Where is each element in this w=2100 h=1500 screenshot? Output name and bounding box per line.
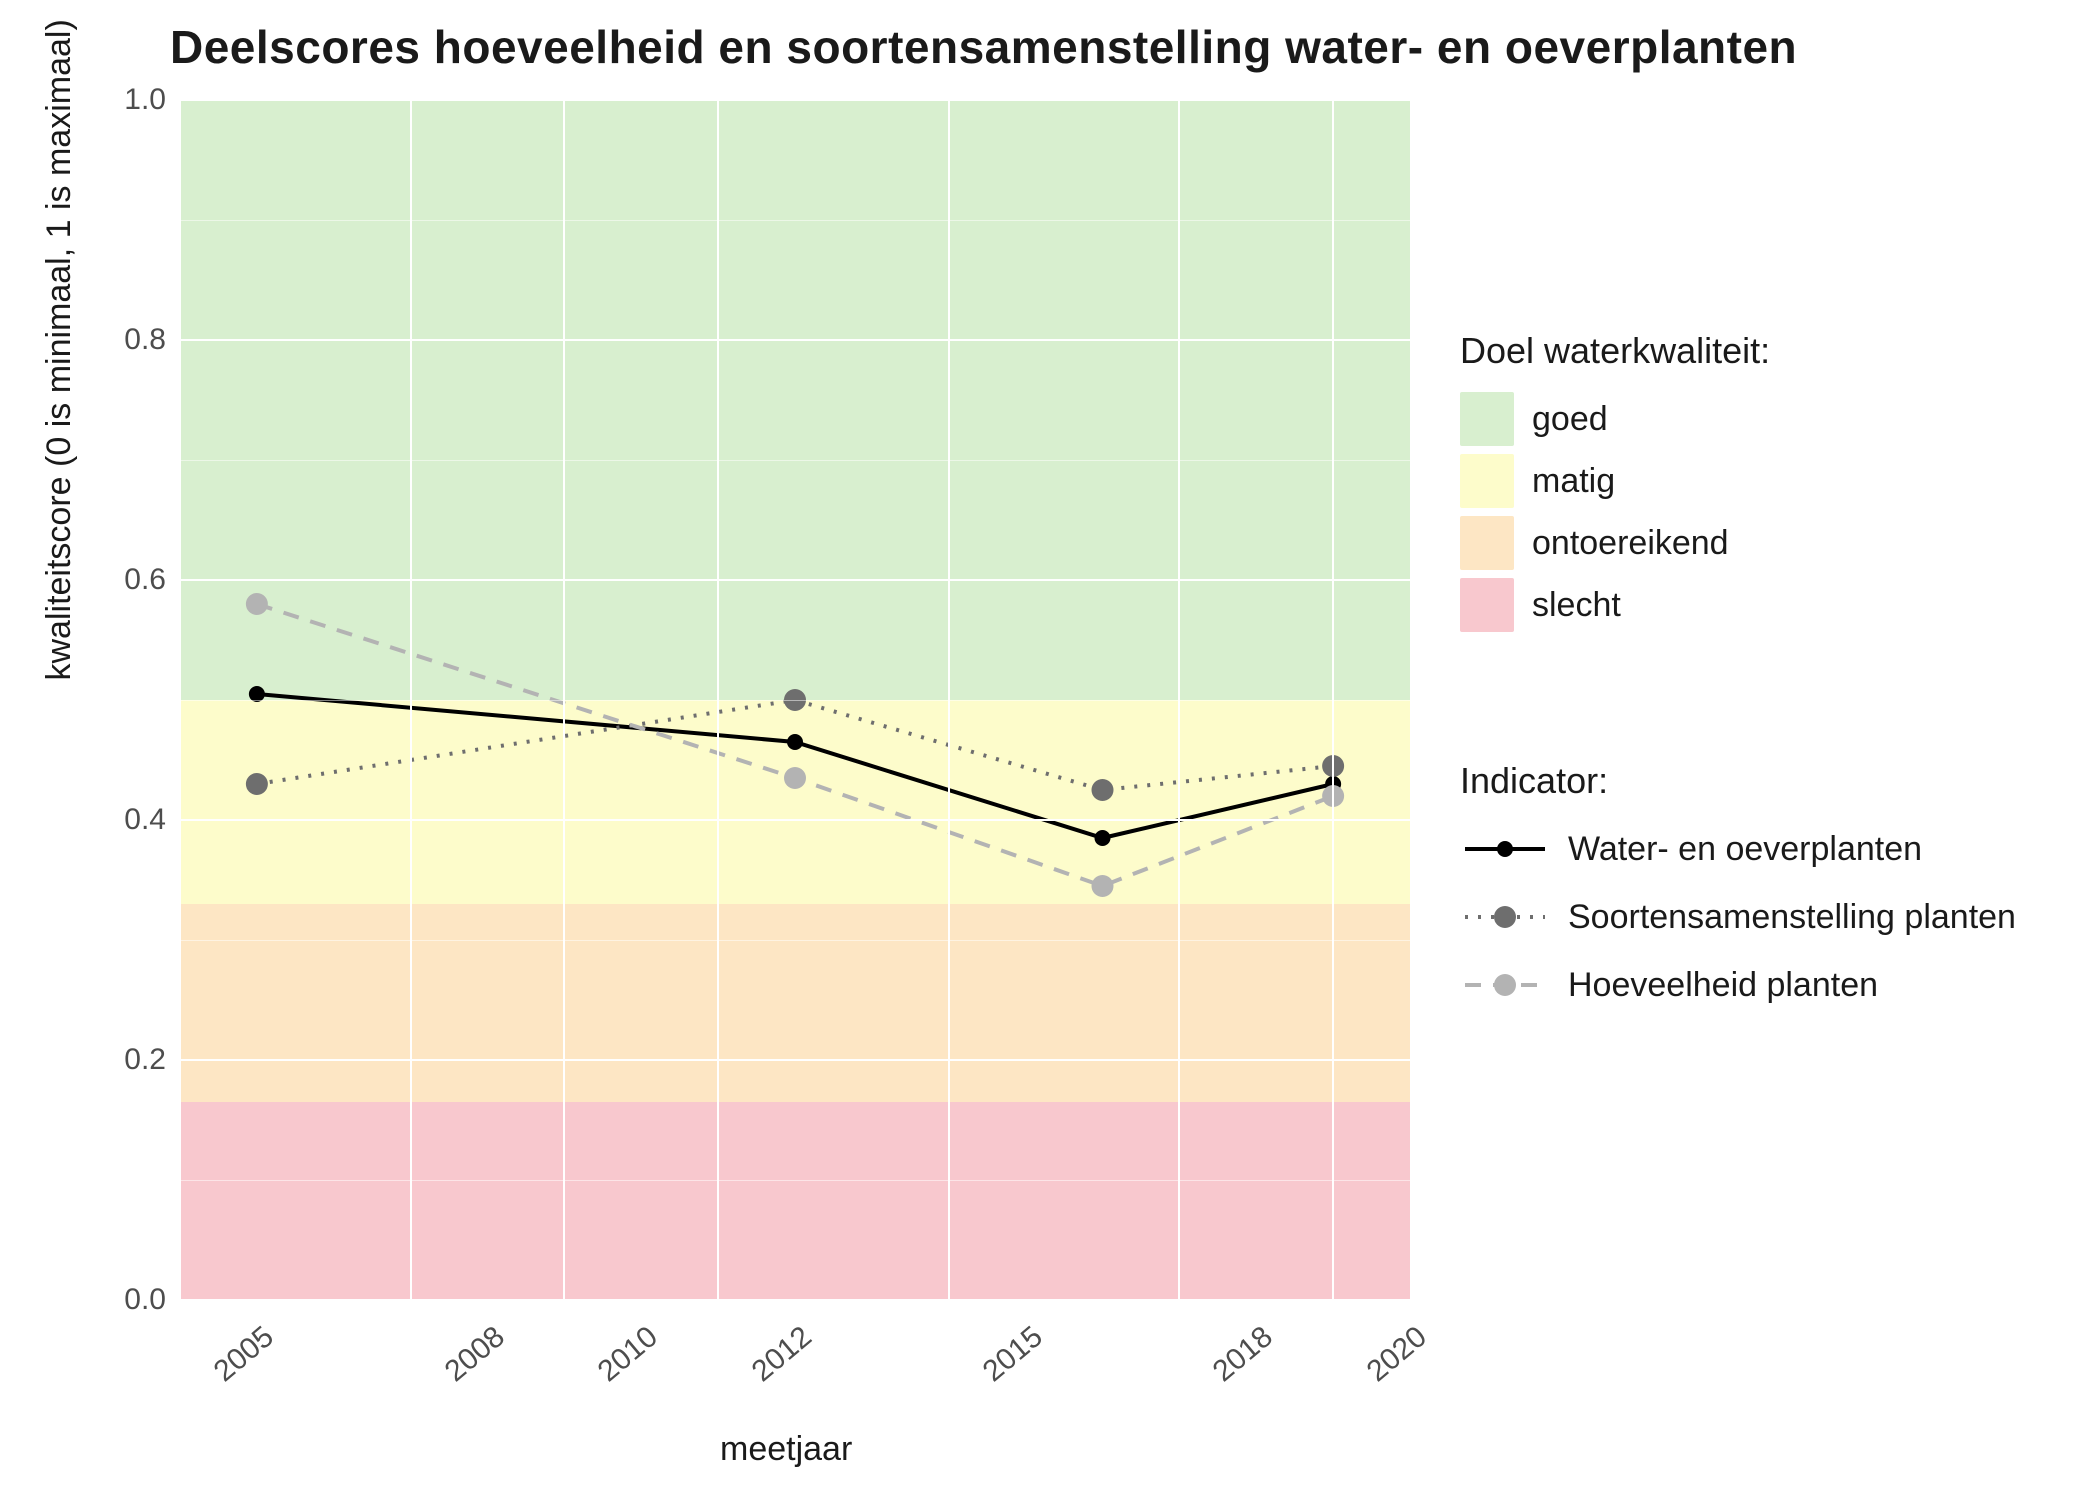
legend-series: Indicator: Water- en oeverplanten Soorten… <box>1460 760 2016 1026</box>
legend-series-label: Water- en oeverplanten <box>1568 830 1922 869</box>
gridline-h <box>180 339 1410 341</box>
legend-series-label: Soortensamenstelling planten <box>1568 898 2016 937</box>
gridline-h-minor <box>180 220 1410 221</box>
legend-band-label: ontoereikend <box>1532 524 1729 563</box>
x-tick-label: 2012 <box>746 1320 819 1389</box>
legend-series-row: Soortensamenstelling planten <box>1460 890 2016 944</box>
legend-swatch <box>1460 454 1514 508</box>
y-tick-label: 0.8 <box>124 323 166 357</box>
gridline-h <box>180 819 1410 821</box>
gridline-v <box>1178 100 1180 1300</box>
legend-line-sample <box>1460 958 1550 1012</box>
y-tick-label: 0.0 <box>124 1283 166 1317</box>
gridline-v <box>179 100 181 1300</box>
data-point <box>1095 830 1111 846</box>
legend-band-label: goed <box>1532 400 1608 439</box>
data-point <box>246 593 268 615</box>
x-tick-label: 2005 <box>208 1320 281 1389</box>
data-point <box>787 734 803 750</box>
gridline-h-minor <box>180 700 1410 701</box>
chart-title: Deelscores hoeveelheid en soortensamenst… <box>170 20 1797 74</box>
gridline-h-minor <box>180 940 1410 941</box>
gridline-h <box>180 579 1410 581</box>
chart-container: Deelscores hoeveelheid en soortensamenst… <box>0 0 2100 1500</box>
legend-swatch <box>1460 392 1514 446</box>
legend-line-sample <box>1460 822 1550 876</box>
data-point <box>784 767 806 789</box>
y-tick-label: 0.6 <box>124 563 166 597</box>
gridline-v <box>563 100 565 1300</box>
gridline-h <box>180 1059 1410 1061</box>
legend-series-row: Water- en oeverplanten <box>1460 822 2016 876</box>
y-tick-label: 1.0 <box>124 83 166 117</box>
gridline-v <box>948 100 950 1300</box>
legend-series-title: Indicator: <box>1460 760 2016 802</box>
legend-series-row: Hoeveelheid planten <box>1460 958 2016 1012</box>
legend-series-label: Hoeveelheid planten <box>1568 966 1878 1005</box>
plot-area: 0.00.20.40.60.81.02005200820102012201520… <box>180 100 1410 1300</box>
x-axis-label: meetjaar <box>720 1430 852 1469</box>
y-tick-label: 0.2 <box>124 1043 166 1077</box>
gridline-v <box>717 100 719 1300</box>
legend-band-row: goed <box>1460 392 1770 446</box>
legend-band-row: slecht <box>1460 578 1770 632</box>
legend-swatch <box>1460 516 1514 570</box>
x-tick-label: 2020 <box>1361 1320 1434 1389</box>
legend-band-label: matig <box>1532 462 1615 501</box>
data-point <box>1092 875 1114 897</box>
legend-band-row: ontoereikend <box>1460 516 1770 570</box>
gridline-h-minor <box>180 1180 1410 1181</box>
y-axis-label: kwaliteitscore (0 is minimaal, 1 is maxi… <box>40 19 79 680</box>
gridline-h <box>180 1299 1410 1301</box>
y-tick-label: 0.4 <box>124 803 166 837</box>
legend-bands: Doel waterkwaliteit: goed matig ontoereike… <box>1460 330 1770 640</box>
legend-band-label: slecht <box>1532 586 1621 625</box>
gridline-h <box>180 99 1410 101</box>
legend-swatch <box>1460 578 1514 632</box>
series-line <box>257 694 1333 838</box>
data-point <box>246 773 268 795</box>
data-point <box>1092 779 1114 801</box>
legend-bands-title: Doel waterkwaliteit: <box>1460 330 1770 372</box>
gridline-v <box>1332 100 1334 1300</box>
legend-band-row: matig <box>1460 454 1770 508</box>
x-tick-label: 2018 <box>1207 1320 1280 1389</box>
x-tick-label: 2008 <box>438 1320 511 1389</box>
x-tick-label: 2010 <box>592 1320 665 1389</box>
gridline-h-minor <box>180 460 1410 461</box>
legend-line-sample <box>1460 890 1550 944</box>
gridline-v <box>410 100 412 1300</box>
x-tick-label: 2015 <box>976 1320 1049 1389</box>
